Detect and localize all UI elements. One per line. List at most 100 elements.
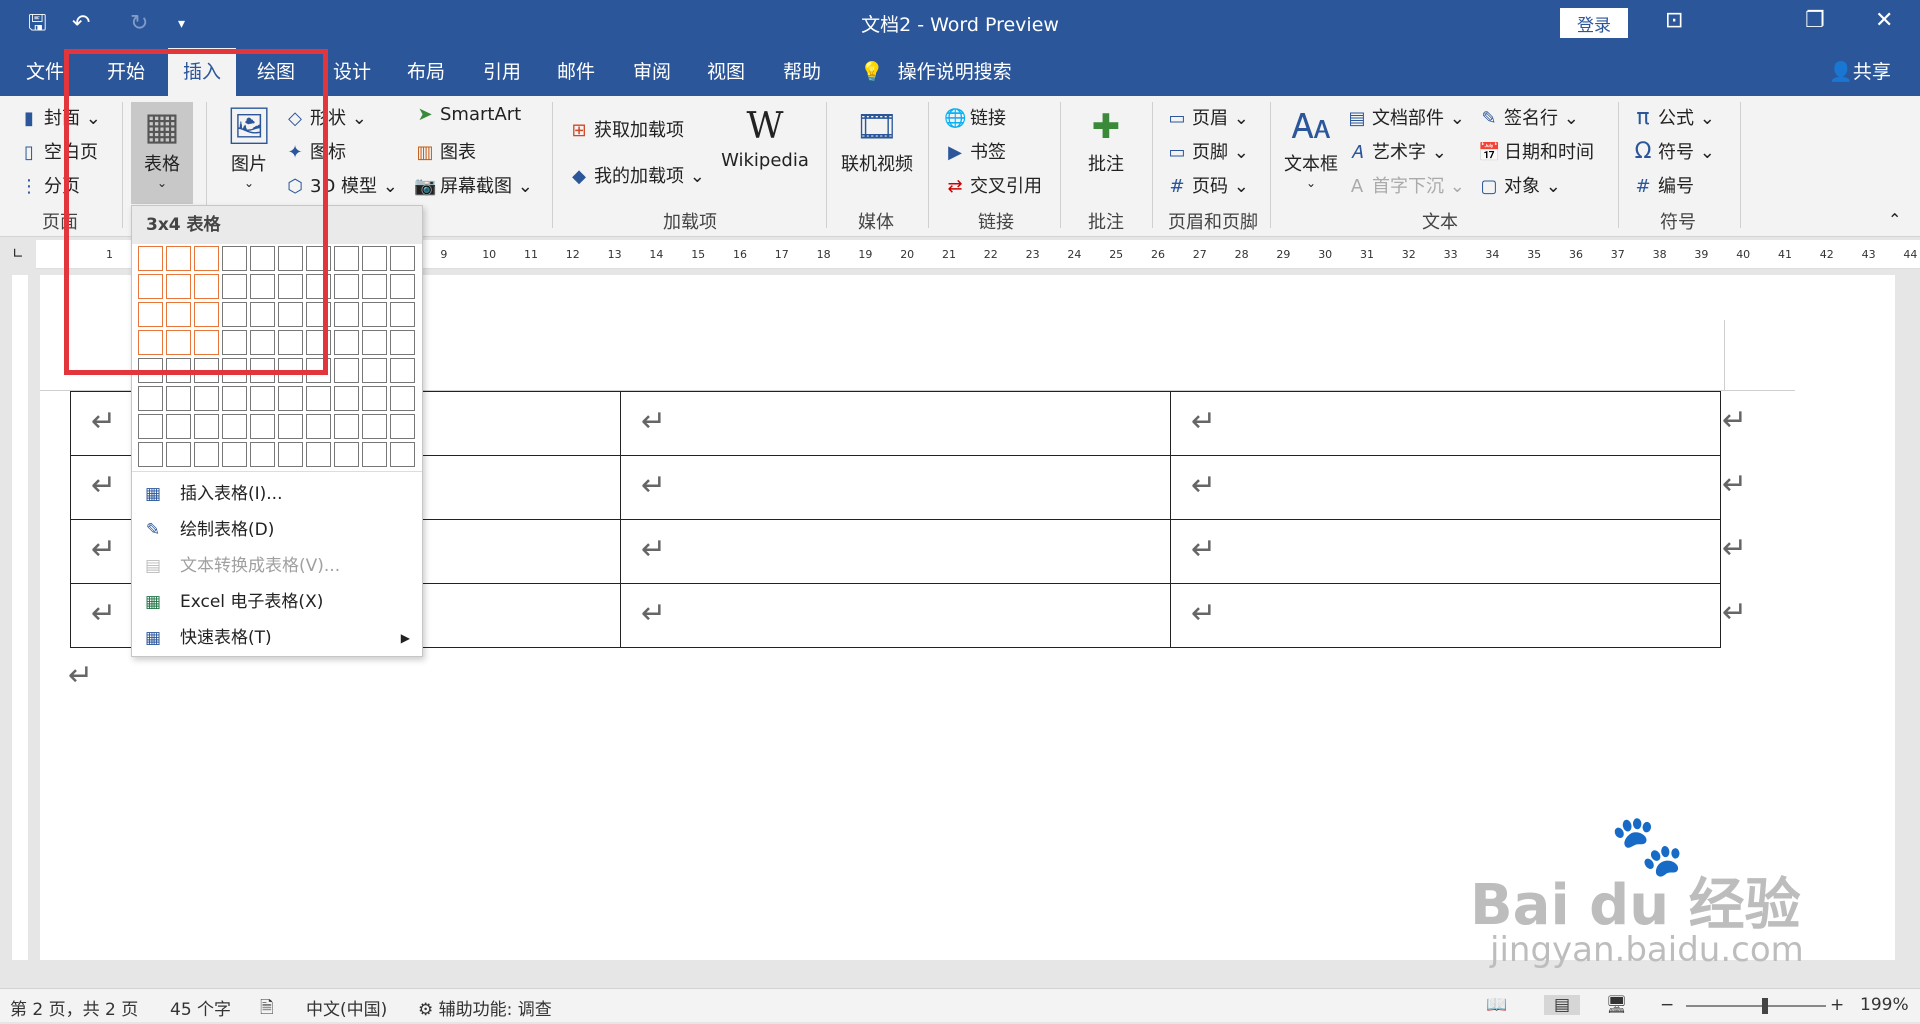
grid-cell[interactable] <box>390 274 415 299</box>
number-button[interactable]: # 编号 <box>1632 172 1694 198</box>
link-button[interactable]: 🌐 链接 <box>944 104 1006 130</box>
grid-cell[interactable] <box>138 386 163 411</box>
grid-cell[interactable] <box>138 414 163 439</box>
grid-cell[interactable] <box>390 246 415 271</box>
table-cell[interactable]: ↵ <box>1170 455 1721 520</box>
footer-button[interactable]: ▭ 页脚 ⌄ <box>1166 138 1248 164</box>
zoom-out-icon[interactable]: − <box>1660 995 1674 1015</box>
table-cell[interactable]: ↵ <box>620 391 1171 456</box>
print-layout-icon[interactable]: ▤ <box>1544 995 1581 1015</box>
grid-cell[interactable] <box>250 386 275 411</box>
smartart-button[interactable]: ➤ SmartArt <box>414 104 521 125</box>
zoom-slider[interactable] <box>1686 998 1826 1014</box>
cross-reference-button[interactable]: ⇄ 交叉引用 <box>944 172 1042 198</box>
text-box-button[interactable]: 🗛 文本框 ⌄ <box>1280 104 1342 190</box>
grid-cell[interactable] <box>334 442 359 467</box>
table-cell[interactable]: ↵ <box>620 519 1171 584</box>
tab-selector[interactable]: ∟ <box>0 240 36 268</box>
zoom-level[interactable]: 199% <box>1860 995 1909 1015</box>
grid-cell[interactable] <box>194 386 219 411</box>
grid-cell[interactable] <box>390 386 415 411</box>
bookmark-button[interactable]: ▶ 书签 <box>944 138 1006 164</box>
grid-cell[interactable] <box>278 442 303 467</box>
restore-icon[interactable]: ❐ <box>1805 8 1825 33</box>
grid-cell[interactable] <box>194 442 219 467</box>
tab-references[interactable]: 引用 <box>472 48 532 96</box>
grid-cell[interactable] <box>222 414 247 439</box>
table-cell[interactable]: ↵ <box>1170 391 1721 456</box>
grid-cell[interactable] <box>194 414 219 439</box>
accessibility-status[interactable]: ⚙ 辅助功能: 调查 <box>418 995 552 1020</box>
grid-cell[interactable] <box>362 358 387 383</box>
grid-cell[interactable] <box>250 442 275 467</box>
draw-table-menu-item[interactable]: ✎ 绘制表格(D) <box>132 512 422 548</box>
grid-cell[interactable] <box>390 358 415 383</box>
grid-cell[interactable] <box>362 386 387 411</box>
grid-cell[interactable] <box>166 442 191 467</box>
symbol-button[interactable]: Ω 符号 ⌄ <box>1632 138 1715 164</box>
wordart-button[interactable]: 𝐴 艺术字 ⌄ <box>1346 138 1447 164</box>
grid-cell[interactable] <box>334 358 359 383</box>
close-icon[interactable]: ✕ <box>1875 8 1893 33</box>
grid-cell[interactable] <box>278 414 303 439</box>
grid-cell[interactable] <box>222 386 247 411</box>
screenshot-button[interactable]: 📷 屏幕截图 ⌄ <box>414 172 533 198</box>
proofing-icon[interactable]: 🗎 <box>260 995 274 1024</box>
login-button[interactable]: 登录 <box>1560 8 1628 38</box>
date-time-button[interactable]: 📅 日期和时间 <box>1478 138 1594 164</box>
grid-cell[interactable] <box>166 414 191 439</box>
quick-tables-menu-item[interactable]: ▦ 快速表格(T) ▶ <box>132 620 422 656</box>
grid-cell[interactable] <box>222 442 247 467</box>
language[interactable]: 中文(中国) <box>306 995 387 1020</box>
quick-parts-button[interactable]: ▤ 文档部件 ⌄ <box>1346 104 1464 130</box>
equation-button[interactable]: π 公式 ⌄ <box>1632 104 1714 130</box>
tab-layout[interactable]: 布局 <box>396 48 456 96</box>
tell-me-search[interactable]: 💡 操作说明搜索 <box>860 48 1020 96</box>
grid-cell[interactable] <box>390 302 415 327</box>
share-button[interactable]: 👤共享 <box>1820 48 1900 96</box>
grid-cell[interactable] <box>334 414 359 439</box>
tab-mailings[interactable]: 邮件 <box>546 48 606 96</box>
grid-cell[interactable] <box>390 414 415 439</box>
grid-cell[interactable] <box>306 386 331 411</box>
grid-cell[interactable] <box>306 414 331 439</box>
page-number-button[interactable]: # 页码 ⌄ <box>1166 172 1248 198</box>
get-addins-button[interactable]: ⊞ 获取加载项 <box>568 116 684 142</box>
signature-line-button[interactable]: ✎ 签名行 ⌄ <box>1478 104 1578 130</box>
object-button[interactable]: ▢ 对象 ⌄ <box>1478 172 1560 198</box>
tab-review[interactable]: 审阅 <box>622 48 682 96</box>
zoom-slider-thumb[interactable] <box>1762 998 1768 1014</box>
word-count[interactable]: 45 个字 <box>170 995 231 1020</box>
ribbon-display-options-icon[interactable]: ⊡ <box>1665 8 1683 33</box>
tab-design[interactable]: 设计 <box>322 48 382 96</box>
grid-cell[interactable] <box>334 302 359 327</box>
excel-spreadsheet-menu-item[interactable]: ▦ Excel 电子表格(X) <box>132 584 422 620</box>
grid-cell[interactable] <box>362 246 387 271</box>
header-button[interactable]: ▭ 页眉 ⌄ <box>1166 104 1248 130</box>
grid-cell[interactable] <box>334 330 359 355</box>
my-addins-button[interactable]: ◆ 我的加载项 ⌄ <box>568 162 705 188</box>
vertical-ruler[interactable] <box>12 275 28 960</box>
table-cell[interactable]: ↵ <box>1170 583 1721 648</box>
grid-cell[interactable] <box>362 330 387 355</box>
grid-cell[interactable] <box>362 414 387 439</box>
grid-cell[interactable] <box>362 302 387 327</box>
grid-cell[interactable] <box>138 442 163 467</box>
page-count[interactable]: 第 2 页，共 2 页 <box>10 995 138 1020</box>
grid-cell[interactable] <box>334 386 359 411</box>
grid-cell[interactable] <box>362 442 387 467</box>
grid-cell[interactable] <box>390 442 415 467</box>
insert-table-menu-item[interactable]: ▦ 插入表格(I)... <box>132 476 422 512</box>
grid-cell[interactable] <box>334 246 359 271</box>
online-video-button[interactable]: 🎞 联机视频 <box>836 104 918 176</box>
tab-help[interactable]: 帮助 <box>772 48 832 96</box>
read-mode-icon[interactable]: 📖 <box>1486 995 1507 1015</box>
table-cell[interactable]: ↵ <box>1170 519 1721 584</box>
grid-cell[interactable] <box>166 386 191 411</box>
grid-cell[interactable] <box>278 386 303 411</box>
grid-cell[interactable] <box>306 442 331 467</box>
grid-cell[interactable] <box>250 414 275 439</box>
comment-button[interactable]: ✚ 批注 <box>1074 104 1138 176</box>
zoom-in-icon[interactable]: + <box>1830 995 1844 1015</box>
table-cell[interactable]: ↵ <box>620 455 1171 520</box>
